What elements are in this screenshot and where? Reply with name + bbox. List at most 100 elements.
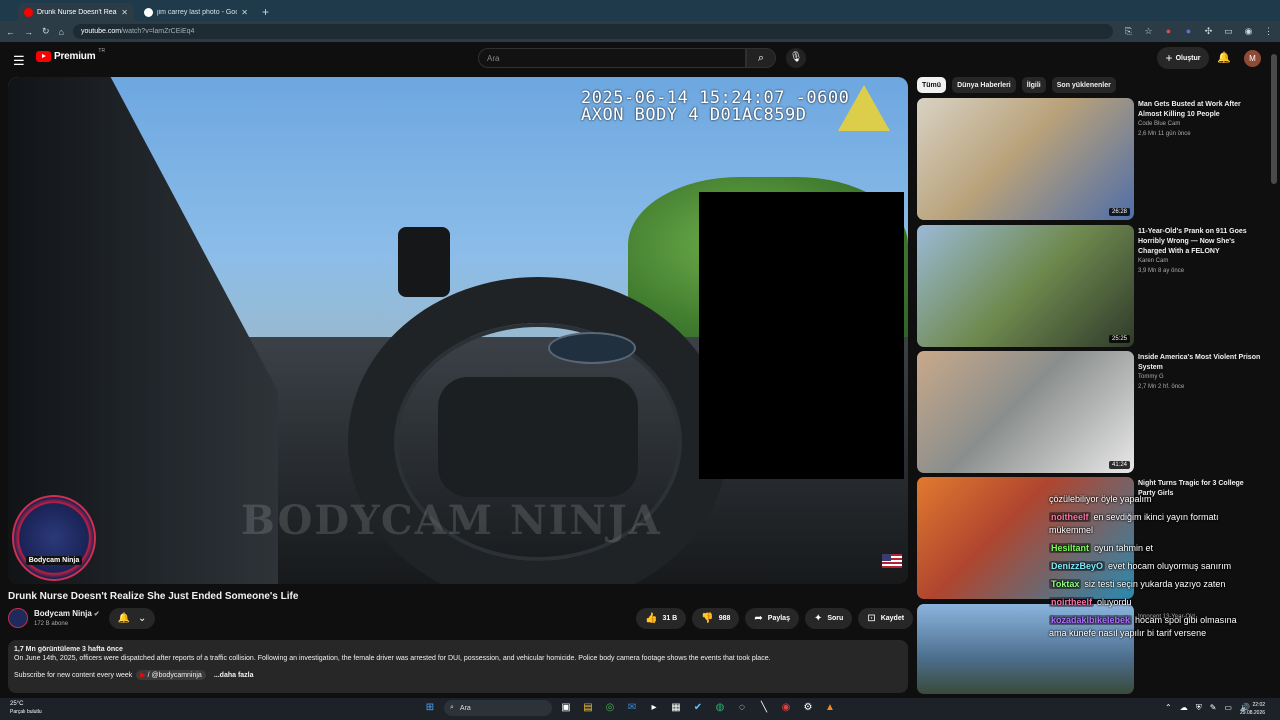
chat-message: DenizzBeyO evet hocam oluyormuş sanırım bbox=[1049, 560, 1249, 573]
taskbar-search-label: Ara bbox=[459, 704, 471, 712]
bodycam-timestamp: 2025-06-14 15:24:07 -0600 AXON BODY 4 D0… bbox=[581, 90, 849, 124]
profile-icon[interactable]: ◉ bbox=[1243, 26, 1254, 37]
video-player[interactable]: 2025-06-14 15:24:07 -0600 AXON BODY 4 D0… bbox=[8, 77, 908, 584]
logo-text: Premium bbox=[54, 51, 96, 62]
dislike-button[interactable]: 👎 988 bbox=[692, 608, 740, 629]
sidebar-icon[interactable]: ▭ bbox=[1223, 26, 1234, 37]
chat-message: Hesiltant oyun tahmin et bbox=[1049, 542, 1249, 555]
task-view-icon[interactable]: ▣ bbox=[558, 700, 574, 716]
home-icon[interactable]: ⌂ bbox=[59, 27, 64, 37]
extension-icon[interactable]: ● bbox=[1183, 26, 1194, 37]
address-bar[interactable]: youtube.com/watch?v=lamZrCEiEq4 bbox=[72, 24, 1113, 39]
chip-related[interactable]: İlgili bbox=[1021, 77, 1046, 93]
like-button[interactable]: 👍 31 B bbox=[636, 608, 687, 629]
channel-name-link[interactable]: Bodycam Ninja ✔ bbox=[34, 609, 100, 618]
weather-widget[interactable]: 25°C Parçalı bulutlu bbox=[10, 700, 42, 716]
tab-close-icon[interactable]: ✕ bbox=[121, 8, 128, 17]
vlc-icon[interactable]: ▲ bbox=[822, 700, 838, 716]
channel-watermark-text: Bodycam Ninja bbox=[25, 556, 83, 565]
video-thumbnail[interactable]: 25:25 bbox=[917, 225, 1134, 347]
steam-icon[interactable]: ✔ bbox=[690, 700, 706, 716]
scrollbar-thumb[interactable] bbox=[1271, 54, 1277, 184]
related-filter-chips: Tümü Dünya Haberleri İlgili Son yüklenen… bbox=[917, 77, 1116, 93]
pen-icon[interactable]: ✎ bbox=[1210, 703, 1217, 713]
file-explorer-icon[interactable]: ▤ bbox=[580, 700, 596, 716]
video-thumbnail[interactable]: 41:24 bbox=[917, 351, 1134, 473]
browser-tab-active[interactable]: Drunk Nurse Doesn't Realize Sh ✕ bbox=[18, 3, 134, 21]
bookmark-star-icon[interactable]: ☆ bbox=[1143, 26, 1154, 37]
chat-user: Toktax bbox=[1049, 579, 1082, 589]
show-more-link[interactable]: ...daha fazla bbox=[214, 672, 254, 679]
search-button[interactable]: ⌕ bbox=[746, 48, 776, 68]
menu-dots-icon[interactable]: ⋮ bbox=[1263, 26, 1274, 37]
clock-date: 29.08.2026 bbox=[1240, 710, 1266, 716]
save-button[interactable]: ⊡ Kaydet bbox=[858, 608, 914, 629]
app-icon[interactable]: ◌ bbox=[734, 700, 750, 716]
description-box[interactable]: 1,7 Mn görüntüleme 3 hafta önce On June … bbox=[8, 640, 908, 693]
reload-icon[interactable]: ↻ bbox=[42, 26, 50, 37]
chat-user: noitheelf bbox=[1049, 512, 1091, 522]
browser-tab-bar: Drunk Nurse Doesn't Realize Sh ✕ jim car… bbox=[0, 0, 1280, 21]
extension-icon[interactable]: ● bbox=[1163, 26, 1174, 37]
recommended-video[interactable]: 41:24 Inside America's Most Violent Pris… bbox=[917, 351, 1267, 473]
cloud-icon[interactable]: ☁ bbox=[1180, 703, 1188, 713]
subscription-bell-button[interactable]: 🔔 ⌄ bbox=[109, 608, 155, 629]
edge-icon[interactable]: ◍ bbox=[712, 700, 728, 716]
system-clock[interactable]: 22:02 29.08.2026 bbox=[1240, 701, 1265, 717]
search-input[interactable]: Ara bbox=[478, 48, 746, 68]
verified-check-icon: ✔ bbox=[93, 611, 100, 618]
ask-button[interactable]: ✦ Soru bbox=[804, 608, 853, 629]
shield-icon[interactable]: ⛨ bbox=[1196, 703, 1202, 713]
hamburger-menu-icon[interactable]: ☰ bbox=[13, 53, 25, 69]
record-icon[interactable]: ◉ bbox=[778, 700, 794, 716]
youtube-header: ☰ Premium TR Ara ⌕ 🎙 + Oluştur 🔔 M bbox=[0, 42, 1280, 74]
video-thumbnail[interactable]: 26:28 bbox=[917, 98, 1134, 220]
chat-text: oluyordu bbox=[1097, 597, 1132, 607]
url-path: /watch?v=lamZrCEiEq4 bbox=[121, 28, 195, 35]
create-button[interactable]: + Oluştur bbox=[1157, 47, 1209, 69]
video-dash-camera bbox=[398, 227, 450, 297]
browser-toolbar: ← → ↻ ⌂ youtube.com/watch?v=lamZrCEiEq4 … bbox=[0, 21, 1280, 42]
dislike-count: 988 bbox=[718, 615, 731, 622]
share-button[interactable]: ➦ Paylaş bbox=[745, 608, 799, 629]
video-meta: 3,9 Mn 8 ay önce bbox=[1138, 268, 1185, 274]
tab-title: Drunk Nurse Doesn't Realize Sh bbox=[37, 8, 117, 16]
chip-all[interactable]: Tümü bbox=[917, 77, 947, 93]
windows-start-icon[interactable]: ⊞ bbox=[422, 700, 438, 716]
terminal-icon[interactable]: ▸ bbox=[646, 700, 662, 716]
clock-time: 22:02 bbox=[1252, 702, 1266, 708]
sidebar-scrollbar[interactable] bbox=[1271, 44, 1277, 694]
notifications-bell-icon[interactable]: 🔔 bbox=[1217, 51, 1231, 64]
network-icon[interactable]: ▭ bbox=[1224, 703, 1232, 713]
tab-close-icon[interactable]: ✕ bbox=[241, 8, 248, 17]
chip-recent[interactable]: Son yüklenenler bbox=[1051, 77, 1116, 93]
video-redaction-block bbox=[699, 192, 904, 479]
chip-world-news[interactable]: Dünya Haberleri bbox=[952, 77, 1016, 93]
mail-icon[interactable]: ✉ bbox=[624, 700, 640, 716]
taskbar-search[interactable]: ⌕ Ara bbox=[444, 700, 552, 716]
voice-search-button[interactable]: 🎙 bbox=[786, 48, 806, 68]
url-host: youtube.com bbox=[80, 28, 122, 35]
forward-icon[interactable]: → bbox=[24, 27, 33, 37]
youtube-mini-icon: ▶ bbox=[140, 672, 146, 679]
back-icon[interactable]: ← bbox=[6, 27, 15, 37]
new-tab-icon[interactable]: + bbox=[262, 5, 269, 19]
chrome-icon[interactable]: ◎ bbox=[602, 700, 618, 716]
settings-gear-icon[interactable]: ⚙ bbox=[800, 700, 816, 716]
puzzle-icon[interactable]: ✣ bbox=[1203, 26, 1214, 37]
tray-chevron-icon[interactable]: ⌃ bbox=[1165, 703, 1172, 713]
tool-icon[interactable]: ╲ bbox=[756, 700, 772, 716]
youtube-logo[interactable]: Premium TR bbox=[36, 48, 105, 62]
install-icon[interactable]: ⎘ bbox=[1123, 26, 1134, 37]
browser-tab[interactable]: jim carrey last photo - Google S ✕ bbox=[138, 3, 254, 21]
chat-message: çözülebiliyor öyle yapalım bbox=[1049, 493, 1249, 506]
notepad-icon[interactable]: ▦ bbox=[668, 700, 684, 716]
account-avatar[interactable]: M bbox=[1244, 50, 1261, 67]
channel-name: Bodycam Ninja bbox=[34, 609, 92, 618]
recommended-video[interactable]: 25:25 11-Year-Old's Prank on 911 Goes Ho… bbox=[917, 225, 1267, 347]
channel-mention-link[interactable]: ▶ / @bodycamninja bbox=[136, 670, 206, 680]
view-count-date: 1,7 Mn görüntüleme 3 hafta önce bbox=[14, 646, 123, 653]
recommended-video[interactable]: 26:28 Man Gets Busted at Work After Almo… bbox=[917, 98, 1267, 220]
channel-avatar[interactable] bbox=[8, 608, 28, 628]
weather-temp: 25°C bbox=[10, 701, 24, 707]
